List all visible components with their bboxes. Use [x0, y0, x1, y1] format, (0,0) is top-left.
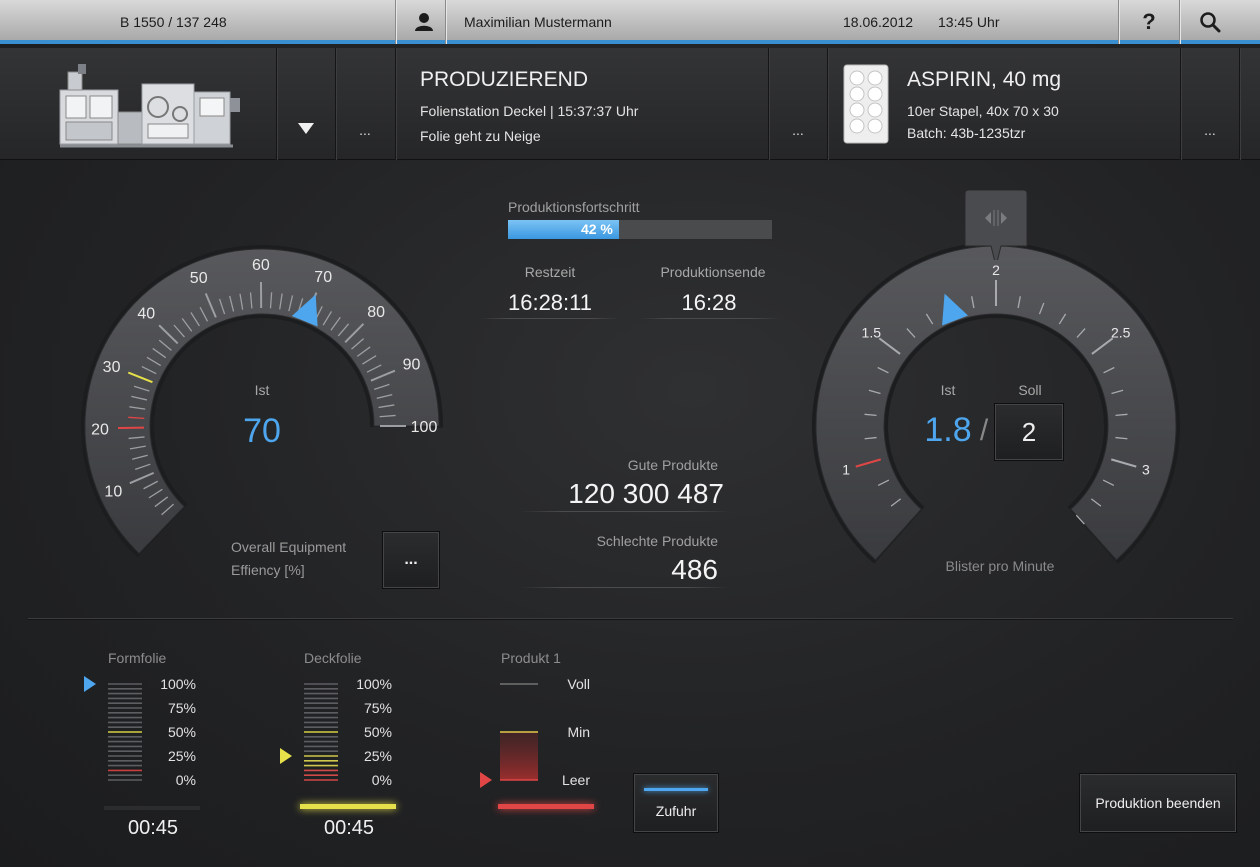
produkt-leer-label: Leer — [561, 772, 590, 788]
oee-more-button[interactable]: ... — [382, 531, 440, 589]
machine-status-detail: Folienstation Deckel | 15:37:37 Uhr — [420, 103, 639, 119]
formfolie-status-bar — [104, 806, 200, 810]
status-more-button[interactable]: ... — [769, 48, 827, 160]
produkt-min-label: Min — [567, 724, 590, 740]
restzeit-label: Restzeit — [524, 264, 576, 280]
schlechte-produkte-value: 486 — [671, 554, 718, 585]
divider — [520, 587, 730, 588]
produktionsende-value: 16:28 — [681, 290, 737, 315]
top-bar: B 1550 / 137 248 Maximilian Mustermann 1… — [0, 0, 1260, 44]
speed-soll-label: Soll — [1018, 382, 1042, 398]
speed-tick-label: 2 — [992, 262, 1000, 278]
product-format: 10er Stapel, 40x 70 x 30 — [907, 103, 1059, 119]
speed-ist-label: Ist — [940, 382, 956, 398]
oee-tick-label: 20 — [91, 421, 109, 438]
current-time: 13:45 Uhr — [938, 14, 1000, 30]
speed-tick-label: 1 — [842, 461, 850, 477]
scale-percent-label: 75% — [363, 700, 392, 716]
produktion-beenden-button[interactable]: Produktion beenden — [1079, 773, 1237, 833]
blister-pack-icon — [843, 64, 889, 149]
divider — [827, 48, 828, 160]
gute-produkte-label: Gute Produkte — [627, 457, 718, 473]
scale-percent-label: 0% — [371, 772, 392, 788]
oee-tick-label: 60 — [252, 257, 270, 274]
schlechte-produkte-label: Schlechte Produkte — [596, 533, 718, 549]
deckfolie-label: Deckfolie — [304, 650, 362, 666]
divider — [640, 318, 780, 319]
user-name[interactable]: Maximilian Mustermann — [464, 0, 612, 44]
level-marker-icon — [84, 676, 96, 692]
speed-separator: / — [979, 414, 989, 447]
oee-tick-label: 40 — [137, 306, 155, 323]
produkt-label: Produkt 1 — [501, 650, 561, 666]
formfolie-label: Formfolie — [108, 650, 167, 666]
product-batch: Batch: 43b-1235tzr — [907, 125, 1026, 141]
help-icon[interactable]: ? — [1119, 0, 1179, 44]
divider — [1239, 48, 1240, 160]
zufuhr-indicator — [644, 787, 708, 791]
oee-caption-line2: Effiency [%] — [231, 562, 305, 578]
status-header: ... PRODUZIEREND Folienstation Deckel | … — [0, 48, 1260, 160]
deckfolie-remaining-time: 00:45 — [323, 817, 375, 839]
search-icon[interactable] — [1180, 0, 1240, 44]
machine-image[interactable] — [58, 62, 243, 157]
oee-tick-label: 100 — [411, 419, 438, 436]
oee-caption-line1: Overall Equipment — [231, 539, 347, 555]
speed-tick-label: 1.5 — [862, 324, 882, 340]
chevron-down-icon — [298, 123, 314, 134]
oee-ist-value: 70 — [243, 412, 281, 450]
zufuhr-label: Zufuhr — [655, 802, 697, 819]
machine-status-title: PRODUZIEREND — [420, 68, 589, 91]
oee-tick-label: 50 — [190, 270, 208, 287]
speed-caption: Blister pro Minute — [945, 558, 1055, 574]
machine-more-button[interactable]: ... — [336, 48, 394, 160]
setpoint-slider-handle[interactable] — [963, 189, 1029, 267]
gute-produkte-value: 120 300 487 — [568, 478, 724, 509]
divider — [395, 0, 396, 44]
produkt-status-bar — [498, 804, 594, 809]
scale-percent-label: 100% — [160, 676, 196, 692]
current-date: 18.06.2012 — [843, 14, 914, 30]
product-more-button[interactable]: ... — [1181, 48, 1239, 160]
scale-percent-label: 25% — [167, 748, 196, 764]
user-icon[interactable] — [414, 0, 434, 44]
restzeit-value: 16:28:11 — [507, 290, 592, 315]
divider — [520, 511, 730, 512]
oee-tick-label: 80 — [367, 304, 385, 321]
oee-tick-label: 30 — [103, 359, 121, 376]
oee-tick-label: 70 — [314, 269, 332, 286]
progress-label: Produktionsfortschritt — [508, 199, 640, 215]
scale-percent-label: 25% — [363, 748, 392, 764]
divider — [480, 318, 620, 319]
oee-ist-label: Ist — [254, 382, 270, 398]
scale-percent-label: 50% — [363, 724, 392, 740]
produktionsende-label: Produktionsende — [660, 264, 766, 280]
divider — [395, 48, 396, 160]
scale-percent-label: 50% — [167, 724, 196, 740]
speed-tick-label: 3 — [1142, 461, 1150, 477]
produkt-level-indicator — [480, 683, 538, 788]
speed-soll-input[interactable]: 2 — [994, 403, 1064, 461]
section-divider — [28, 618, 1233, 619]
formfolie-remaining-time: 00:45 — [127, 817, 179, 839]
order-number: B 1550 / 137 248 — [120, 14, 227, 30]
speed-tick-label: 2.5 — [1111, 324, 1131, 340]
machine-dropdown-button[interactable] — [277, 48, 335, 160]
oee-tick-label: 10 — [104, 483, 122, 500]
progress-text: 42 % — [580, 221, 613, 237]
produkt-voll-label: Voll — [567, 676, 590, 692]
scale-percent-label: 0% — [175, 772, 196, 788]
deckfolie-status-bar — [300, 804, 396, 809]
machine-status-message: Folie geht zu Neige — [420, 128, 541, 144]
level-marker-icon — [280, 748, 292, 764]
zufuhr-button[interactable]: Zufuhr — [633, 773, 719, 833]
production-progress-bar: 42 % — [508, 220, 772, 239]
oee-tick-label: 90 — [403, 357, 421, 374]
divider — [445, 0, 446, 44]
scale-percent-label: 75% — [167, 700, 196, 716]
scale-percent-label: 100% — [356, 676, 392, 692]
product-title: ASPIRIN, 40 mg — [907, 68, 1062, 91]
